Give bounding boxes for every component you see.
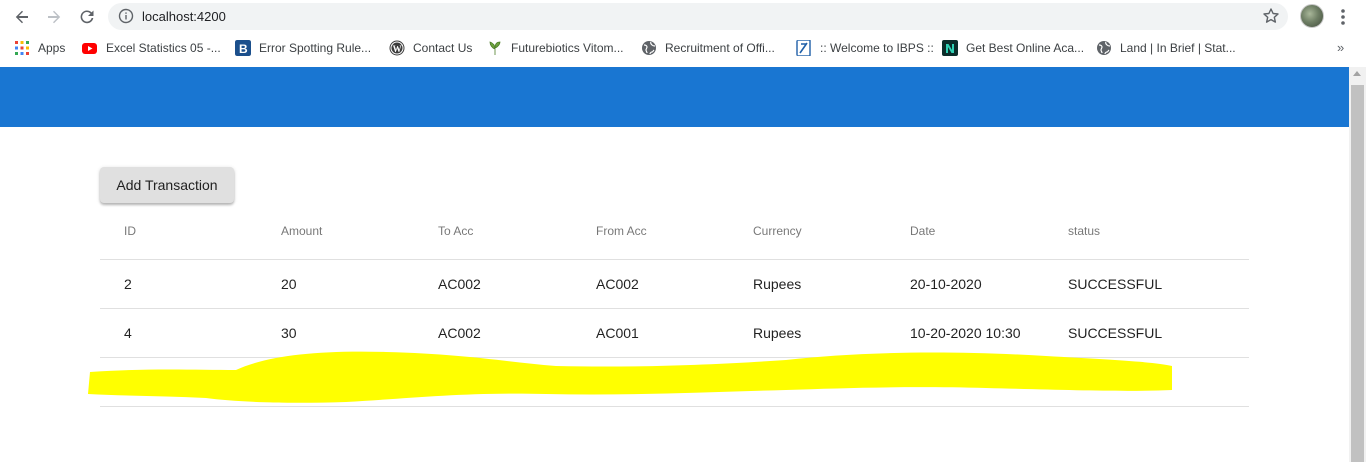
bookmark-apps[interactable]: Apps <box>14 38 65 58</box>
bookmark-label: :: Welcome to IBPS :: <box>820 41 934 55</box>
bookmark-error-spotting[interactable]: B Error Spotting Rule... <box>235 38 371 58</box>
column-header-status[interactable]: status <box>1068 224 1100 238</box>
cell-status: SUCCESSFUL <box>1068 325 1163 341</box>
bookmark-futurebiotics[interactable]: Futurebiotics Vitom... <box>487 38 624 58</box>
cell-date: 20-10-2020 05:30 <box>910 374 1021 390</box>
bookmark-label: Land | In Brief | Stat... <box>1120 41 1236 55</box>
bookmark-contact-us[interactable]: W Contact Us <box>389 38 472 58</box>
scroll-up-arrow-icon[interactable] <box>1353 71 1361 76</box>
svg-text:B: B <box>239 42 248 56</box>
academy-n-icon <box>942 40 958 56</box>
bookmarks-bar: Apps Excel Statistics 05 -... B Error Sp… <box>0 36 1366 60</box>
globe-icon <box>642 41 656 55</box>
url-text: localhost:4200 <box>142 9 226 24</box>
leaf-icon <box>489 41 501 55</box>
profile-avatar[interactable] <box>1300 4 1324 28</box>
cell-date: 10-20-2020 10:30 <box>910 325 1021 341</box>
back-arrow-icon <box>15 10 28 24</box>
bookmark-online-academy[interactable]: Get Best Online Aca... <box>942 38 1084 58</box>
bookmarks-overflow-button[interactable]: » <box>1337 40 1344 55</box>
bookmark-label: Contact Us <box>413 41 473 55</box>
cell-from-acc: AC002 <box>596 276 639 292</box>
back-button[interactable] <box>10 5 34 29</box>
cell-status: SUCCESSFUL <box>1068 276 1163 292</box>
cell-id: 4 <box>124 325 132 341</box>
reload-icon <box>80 10 94 24</box>
bookmark-label: Error Spotting Rule... <box>259 41 372 55</box>
wordpress-icon: W <box>389 40 405 56</box>
globe-icon <box>1097 41 1111 55</box>
cell-from-acc: AC001 <box>596 374 639 390</box>
bookmark-star-icon[interactable] <box>1262 7 1280 25</box>
column-header-amount[interactable]: Amount <box>281 224 322 238</box>
cell-id: 5 <box>124 374 132 390</box>
cell-currency: Rupees <box>753 374 802 390</box>
bookmark-recruitment[interactable]: Recruitment of Offi... <box>641 38 775 58</box>
column-header-date[interactable]: Date <box>910 224 935 238</box>
column-header-currency[interactable]: Currency <box>753 224 802 238</box>
cell-from-acc: AC001 <box>596 325 639 341</box>
forward-button[interactable] <box>42 5 66 29</box>
bookmark-label: Futurebiotics Vitom... <box>511 41 624 55</box>
cell-date: 20-10-2020 <box>910 276 982 292</box>
add-transaction-button[interactable]: Add Transaction <box>100 167 234 203</box>
cell-to-acc: AC002 <box>438 276 481 292</box>
svg-text:W: W <box>393 44 402 54</box>
youtube-icon <box>82 43 97 54</box>
blogger-b-icon: B <box>235 40 251 56</box>
transactions-table: ID Amount To Acc From Acc Currency Date … <box>100 203 1249 407</box>
table-row[interactable]: 2 20 AC002 AC002 Rupees 20-10-2020 SUCCE… <box>100 260 1249 309</box>
table-header-row: ID Amount To Acc From Acc Currency Date … <box>100 203 1249 260</box>
cell-status: SUCCESSFUL <box>1068 374 1163 390</box>
apps-grid-icon <box>15 41 29 55</box>
bookmark-label: Recruitment of Offi... <box>665 41 775 55</box>
more-vert-icon[interactable] <box>1336 6 1350 28</box>
cell-currency: Rupees <box>753 276 802 292</box>
table-row[interactable]: 5 30 AC002 AC001 Rupees 20-10-2020 05:30… <box>100 358 1249 407</box>
ibps-icon <box>796 40 811 56</box>
browser-toolbar: localhost:4200 <box>0 0 1366 34</box>
cell-id: 2 <box>124 276 132 292</box>
reload-button[interactable] <box>75 5 99 29</box>
cell-amount: 20 <box>281 276 297 292</box>
cell-currency: Rupees <box>753 325 802 341</box>
cell-amount: 30 <box>281 374 297 390</box>
info-icon[interactable] <box>118 8 134 24</box>
app-toolbar <box>0 67 1349 127</box>
cell-amount: 30 <box>281 325 297 341</box>
bookmark-ibps[interactable]: :: Welcome to IBPS :: <box>796 38 934 58</box>
column-header-id[interactable]: ID <box>124 224 136 238</box>
cell-to-acc: AC002 <box>438 325 481 341</box>
column-header-to-acc[interactable]: To Acc <box>438 224 473 238</box>
column-header-from-acc[interactable]: From Acc <box>596 224 647 238</box>
cell-to-acc: AC002 <box>438 374 481 390</box>
bookmark-label: Apps <box>38 41 66 55</box>
bookmark-excel-statistics[interactable]: Excel Statistics 05 -... <box>82 38 221 58</box>
address-bar[interactable]: localhost:4200 <box>108 3 1288 30</box>
bookmark-label: Excel Statistics 05 -... <box>106 41 221 55</box>
page-scrollbar-thumb[interactable] <box>1351 85 1364 462</box>
forward-arrow-icon <box>48 10 61 24</box>
table-row[interactable]: 4 30 AC002 AC001 Rupees 10-20-2020 10:30… <box>100 309 1249 358</box>
bookmark-label: Get Best Online Aca... <box>966 41 1085 55</box>
bookmark-land-in-brief[interactable]: Land | In Brief | Stat... <box>1096 38 1236 58</box>
browser-chrome: localhost:4200 Apps Excel Statistics 05 … <box>0 0 1366 67</box>
